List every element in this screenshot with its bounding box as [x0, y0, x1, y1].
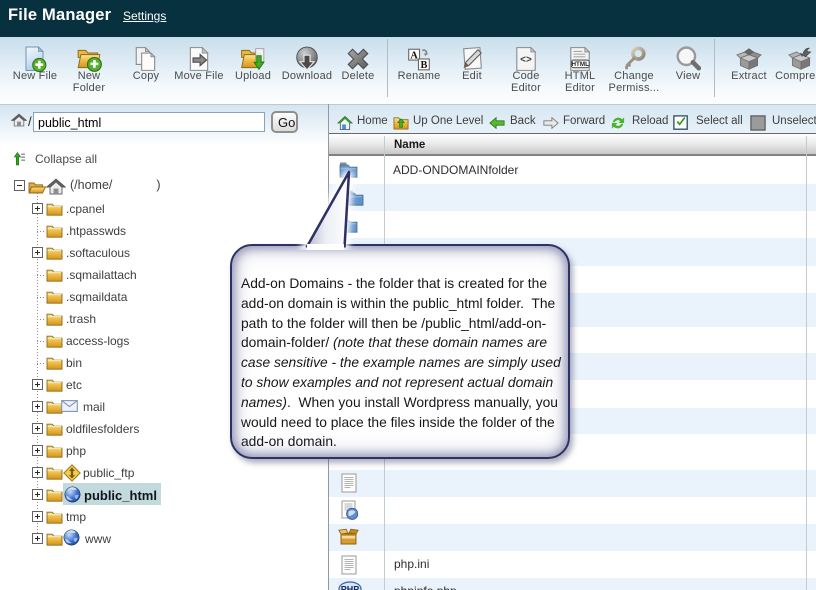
- svg-text:HTML: HTML: [572, 61, 590, 68]
- svg-text:PHP: PHP: [341, 585, 360, 590]
- svg-text:<>: <>: [520, 54, 532, 65]
- svg-text:A: A: [410, 50, 418, 61]
